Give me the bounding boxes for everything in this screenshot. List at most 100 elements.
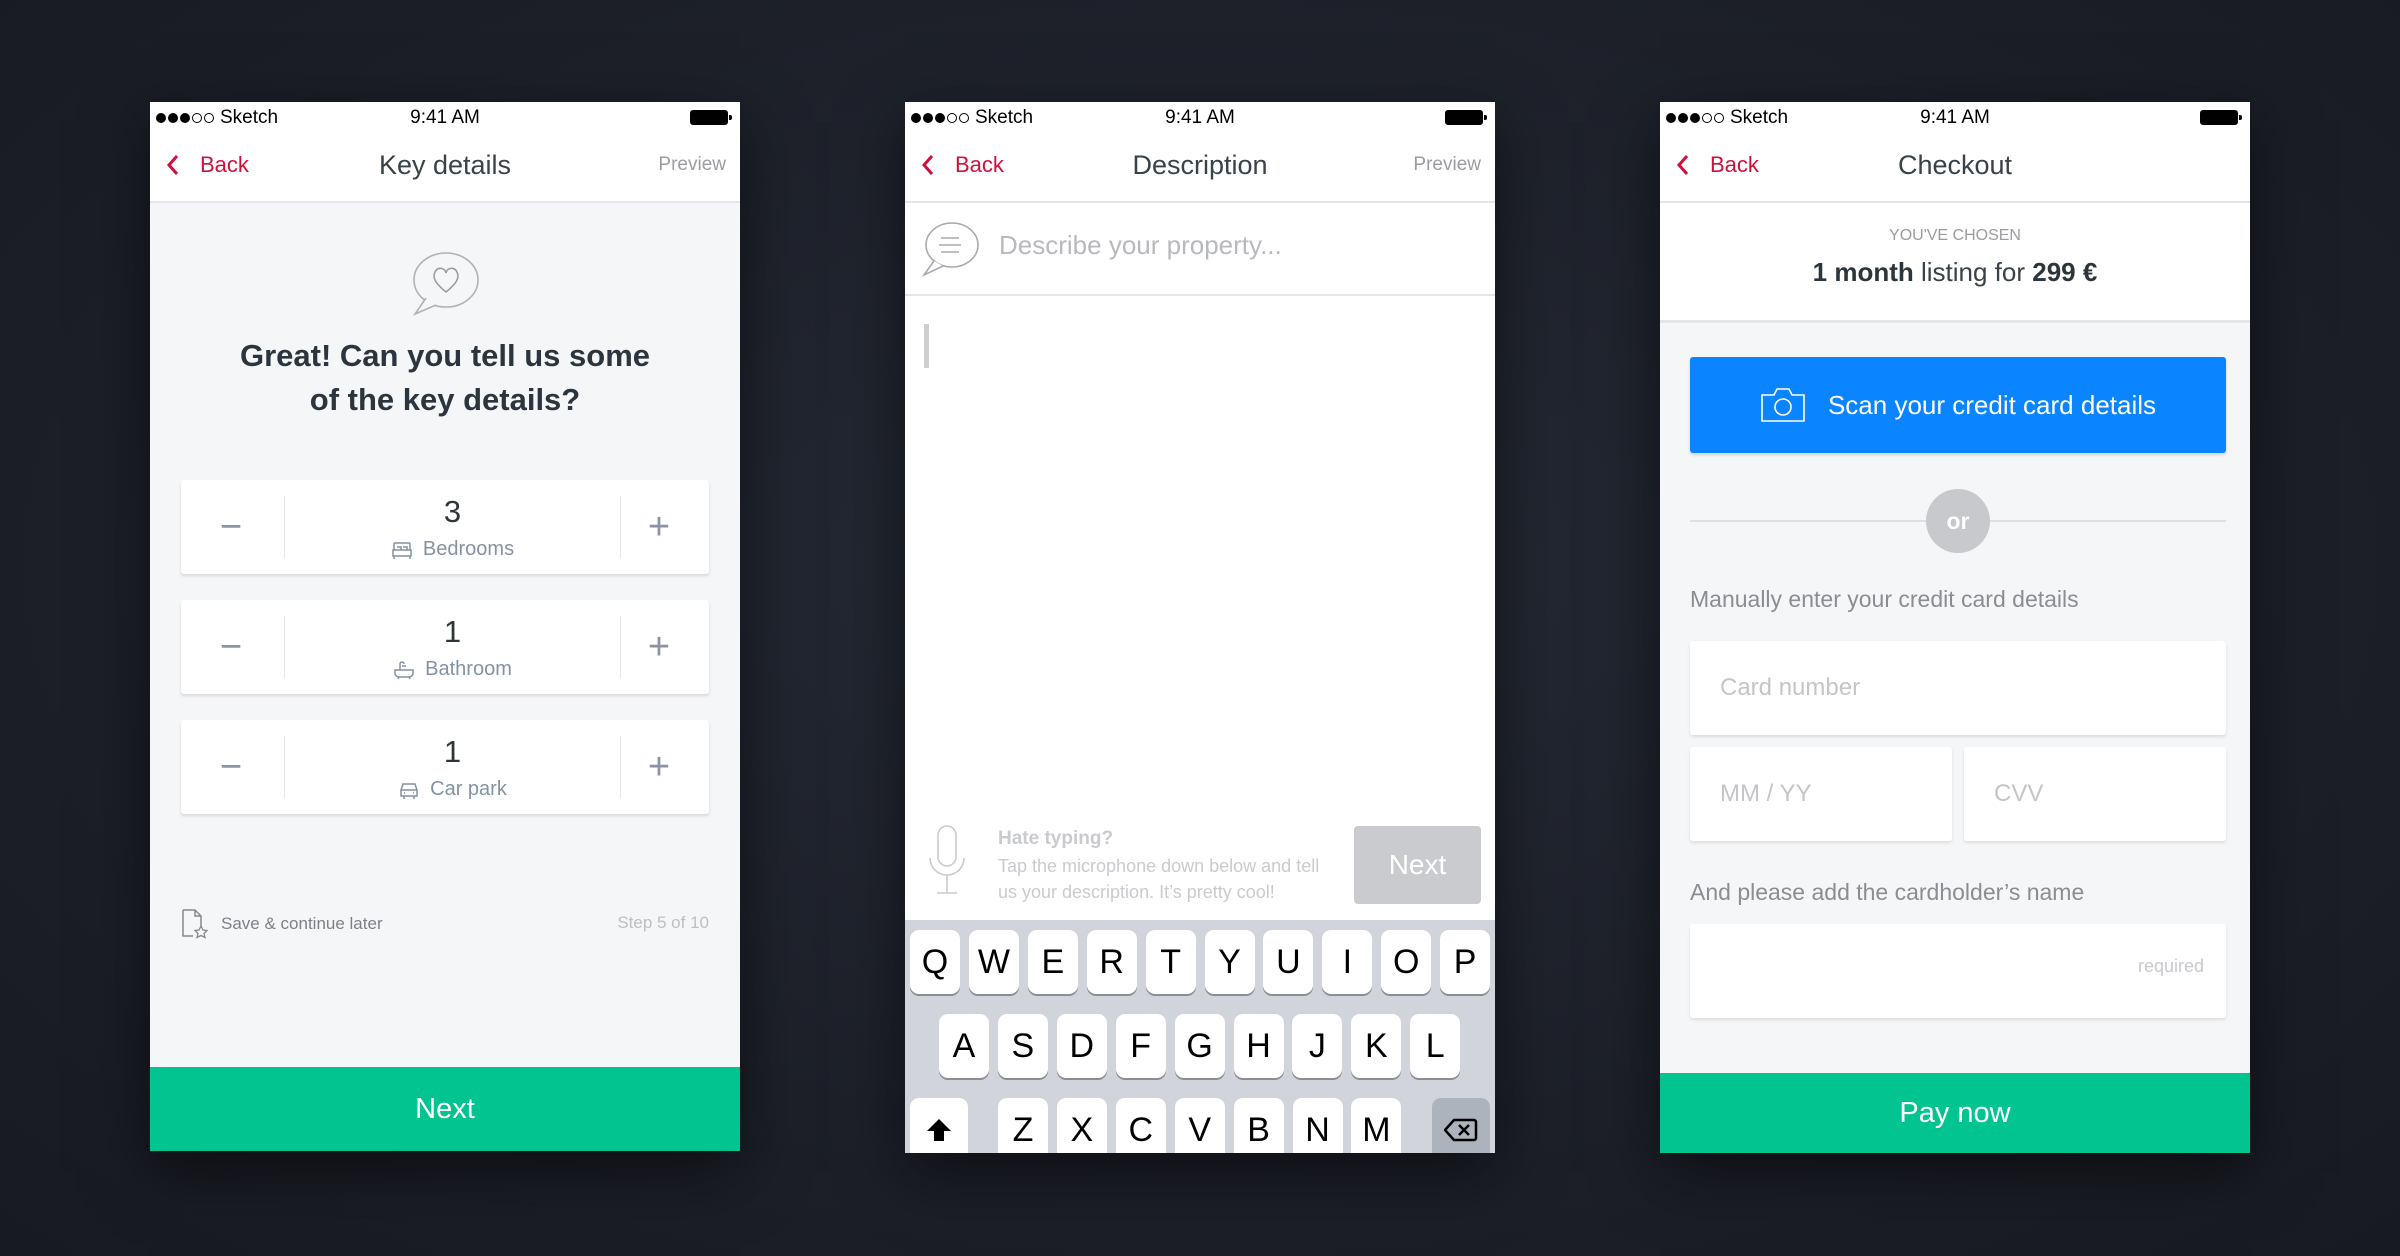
page-title: Checkout xyxy=(1897,150,2013,180)
preview-button[interactable]: Preview xyxy=(1413,154,1481,176)
heading-line-2: of the key details? xyxy=(309,382,581,417)
voice-hint: Hate typing? Tap the microphone down bel… xyxy=(905,812,1495,920)
next-button-disabled[interactable]: Next xyxy=(1354,826,1481,904)
decrement-car-park-button[interactable]: − xyxy=(181,720,281,814)
car-park-value: 1 xyxy=(443,734,462,769)
status-time: 9:41 AM xyxy=(1920,107,1990,128)
hint-body: Tap the microphone down below and tell u… xyxy=(998,856,1320,902)
key-p[interactable]: P xyxy=(1440,930,1491,994)
describe-row xyxy=(905,203,1495,296)
key-l[interactable]: L xyxy=(1410,1014,1461,1078)
page-title: Description xyxy=(1132,150,1268,180)
hint-title: Hate typing? xyxy=(998,828,1114,849)
key-k[interactable]: K xyxy=(1351,1014,1402,1078)
heading-line-1: Great! Can you tell us some xyxy=(240,338,650,373)
status-bar: Sketch 9:41 AM xyxy=(905,102,1495,132)
or-separator: or xyxy=(1926,489,1990,553)
key-u[interactable]: U xyxy=(1263,930,1314,994)
keyboard-row-3: ZXCVBNM xyxy=(905,1098,1495,1153)
chosen-label: YOU'VE CHOSEN xyxy=(1889,227,2021,244)
key-t[interactable]: T xyxy=(1145,930,1196,994)
document-star-icon xyxy=(182,909,209,939)
preview-button[interactable]: Preview xyxy=(658,154,726,176)
increment-bedrooms-button[interactable]: + xyxy=(609,480,709,574)
key-j[interactable]: J xyxy=(1292,1014,1343,1078)
key-details-heading: Great! Can you tell us some of the key d… xyxy=(150,334,740,422)
nav-bar: Back Description Preview xyxy=(905,132,1495,203)
nav-bar: Back Checkout xyxy=(1660,132,2250,203)
scan-label: Scan your credit card details xyxy=(1827,389,2157,420)
camera-icon xyxy=(1761,388,1805,422)
bathrooms-stepper: − 1 Bathroom + xyxy=(181,600,709,694)
page-title: Key details xyxy=(378,150,512,180)
key-m[interactable]: M xyxy=(1351,1098,1402,1153)
key-v[interactable]: V xyxy=(1174,1098,1225,1153)
car-icon xyxy=(400,782,418,799)
key-e[interactable]: E xyxy=(1027,930,1078,994)
microphone-icon[interactable] xyxy=(927,824,967,900)
bedrooms-label-row: Bedrooms xyxy=(284,538,621,561)
key-h[interactable]: H xyxy=(1233,1014,1284,1078)
expiry-field xyxy=(1690,747,1952,841)
car-park-stepper: − 1 Car park + xyxy=(181,720,709,814)
nav-bar: Back Key details Preview xyxy=(150,132,740,203)
decrement-bedrooms-button[interactable]: − xyxy=(181,480,281,574)
increment-bathrooms-button[interactable]: + xyxy=(609,600,709,694)
cvv-field xyxy=(1964,747,2226,841)
backspace-key[interactable] xyxy=(1432,1098,1490,1153)
heart-speech-bubble-icon xyxy=(412,252,479,316)
car-park-label: Car park xyxy=(430,778,507,800)
plan-duration: 1 month xyxy=(1812,257,1914,287)
shift-key[interactable] xyxy=(910,1098,968,1153)
bedrooms-value: 3 xyxy=(443,494,462,529)
cardholder-name-field: required xyxy=(1690,924,2226,1018)
key-x[interactable]: X xyxy=(1056,1098,1107,1153)
key-f[interactable]: F xyxy=(1115,1014,1166,1078)
key-q[interactable]: Q xyxy=(910,930,960,994)
key-n[interactable]: N xyxy=(1292,1098,1343,1153)
bedrooms-stepper: − 3 Bedrooms + xyxy=(181,480,709,574)
status-time: 9:41 AM xyxy=(1165,107,1235,128)
key-d[interactable]: D xyxy=(1056,1014,1107,1078)
keyboard-row-2: ASDFGHJKL xyxy=(905,1014,1495,1078)
bathrooms-label-row: Bathroom xyxy=(284,658,621,681)
plan-price: 299 € xyxy=(2032,257,2098,287)
key-b[interactable]: B xyxy=(1233,1098,1284,1153)
key-s[interactable]: S xyxy=(997,1014,1048,1078)
key-y[interactable]: Y xyxy=(1204,930,1255,994)
battery-icon xyxy=(690,110,732,125)
key-z[interactable]: Z xyxy=(998,1098,1048,1153)
decrement-bathrooms-button[interactable]: − xyxy=(181,600,281,694)
card-number-input[interactable] xyxy=(1690,641,2226,735)
card-number-field xyxy=(1690,641,2226,735)
required-hint: required xyxy=(2137,956,2204,976)
key-i[interactable]: I xyxy=(1322,930,1373,994)
save-continue-later-link[interactable]: Save & continue later xyxy=(181,908,383,940)
cvv-input[interactable] xyxy=(1964,747,2226,841)
key-g[interactable]: G xyxy=(1174,1014,1225,1078)
key-r[interactable]: R xyxy=(1086,930,1137,994)
cardholder-label: And please add the cardholder’s name xyxy=(1690,879,2085,905)
key-w[interactable]: W xyxy=(968,930,1019,994)
describe-property-input[interactable] xyxy=(999,225,1469,265)
scan-credit-card-button[interactable]: Scan your credit card details xyxy=(1690,357,2226,453)
keyboard-row-1: QWERTYUIOP xyxy=(905,930,1495,994)
next-button[interactable]: Next xyxy=(150,1067,740,1151)
status-bar: Sketch 9:41 AM xyxy=(150,102,740,132)
step-indicator: Step 5 of 10 xyxy=(617,913,709,932)
description-textarea[interactable] xyxy=(905,298,1495,810)
increment-car-park-button[interactable]: + xyxy=(609,720,709,814)
bathrooms-label: Bathroom xyxy=(425,658,512,680)
key-details-screen: Sketch 9:41 AM Back Key details Preview … xyxy=(150,102,740,1151)
checkout-screen: Sketch 9:41 AM Back Checkout YOU'VE CHOS… xyxy=(1660,102,2250,1153)
ios-keyboard: QWERTYUIOP ASDFGHJKL ZXCVBNM 123 space D… xyxy=(905,920,1495,1153)
pay-now-button[interactable]: Pay now xyxy=(1660,1073,2250,1153)
key-o[interactable]: O xyxy=(1381,930,1432,994)
battery-icon xyxy=(1445,110,1487,125)
plan-summary: 1 month listing for 299 € xyxy=(1660,257,2250,288)
status-bar: Sketch 9:41 AM xyxy=(1660,102,2250,132)
expiry-input[interactable] xyxy=(1690,747,1952,841)
key-c[interactable]: C xyxy=(1115,1098,1166,1153)
manual-entry-label: Manually enter your credit card details xyxy=(1690,586,2079,612)
key-a[interactable]: A xyxy=(939,1014,989,1078)
